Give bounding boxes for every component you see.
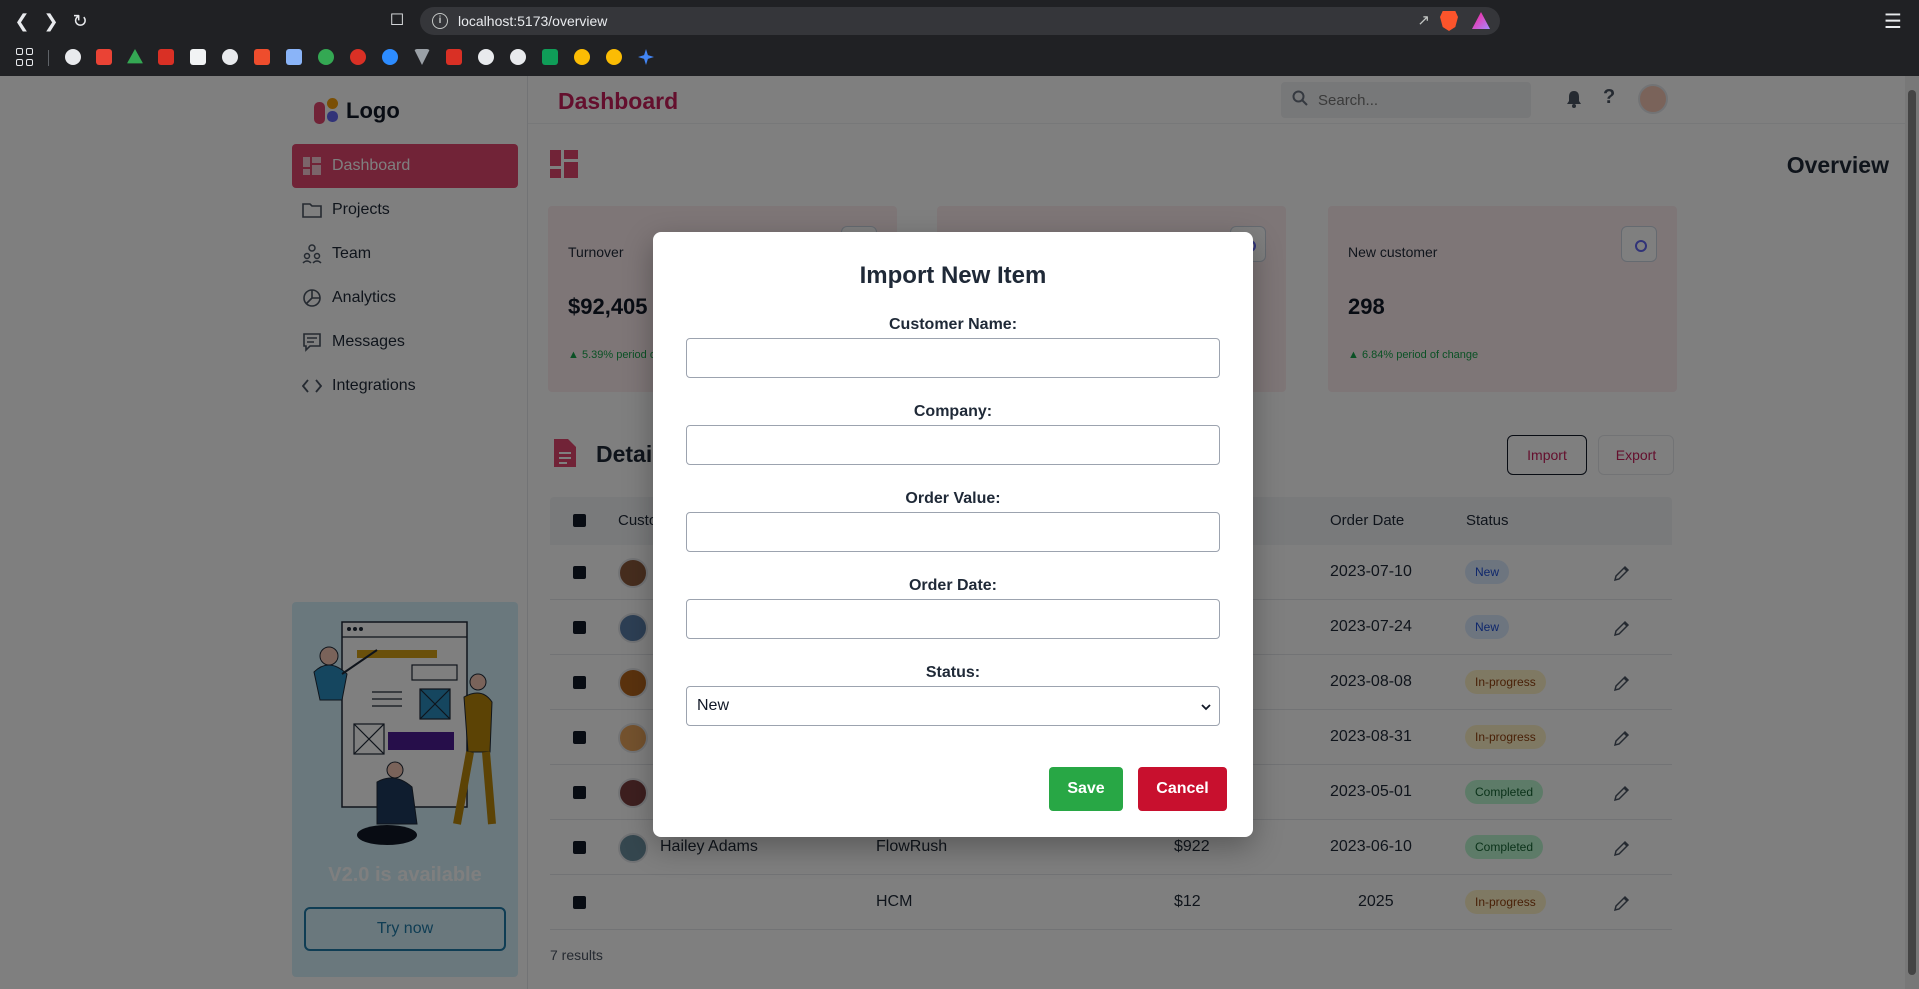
forward-icon[interactable]: ❯: [39, 9, 63, 33]
apps-icon[interactable]: [16, 48, 34, 66]
customer-name-input[interactable]: [686, 338, 1220, 378]
modal-title: Import New Item: [859, 262, 1047, 289]
customer-name-label: Customer Name:: [888, 316, 1018, 333]
bookmark-draw-icon[interactable]: [286, 49, 302, 65]
bookmark-chrome2-icon[interactable]: [606, 49, 622, 65]
bookmark-hat-icon[interactable]: [350, 49, 366, 65]
back-icon[interactable]: ❮: [10, 9, 34, 33]
bookmark-vue-icon[interactable]: [414, 49, 430, 65]
site-info-icon[interactable]: i: [432, 13, 448, 29]
bookmark-panda-icon[interactable]: [478, 49, 494, 65]
status-select[interactable]: New: [686, 686, 1220, 726]
bookmarks-bar: [0, 42, 1919, 76]
address-bar[interactable]: i localhost:5173/overview ↗: [420, 7, 1500, 35]
reload-icon[interactable]: ↻: [68, 9, 92, 33]
order-date-label: Order Date:: [908, 577, 998, 594]
status-label: Status:: [925, 664, 981, 681]
company-label: Company:: [913, 403, 993, 420]
bookmark-shopee-icon[interactable]: [254, 49, 270, 65]
chevron-down-icon: [1201, 704, 1211, 711]
bookmark-drive-icon[interactable]: [127, 49, 143, 64]
bookmark-gmail-icon[interactable]: [96, 49, 112, 65]
company-input[interactable]: [686, 425, 1220, 465]
brave-shields-icon[interactable]: [1440, 11, 1458, 31]
bookmark-gemini-icon[interactable]: [638, 49, 654, 65]
bookmark-sheets-icon[interactable]: [542, 49, 558, 65]
cancel-button[interactable]: Cancel: [1138, 767, 1227, 811]
bookmark-openai-icon[interactable]: [222, 49, 238, 65]
browser-chrome: ❮ ❯ ↻ ☐ i localhost:5173/overview ↗ ☰: [0, 0, 1919, 76]
order-value-input[interactable]: [686, 512, 1220, 552]
bookmark-apple-icon[interactable]: [65, 49, 81, 65]
bookmark-chrome-icon[interactable]: [574, 49, 590, 65]
browser-menu-icon[interactable]: ☰: [1884, 9, 1902, 34]
bookmarks-separator: [48, 50, 49, 66]
bookmark-zoom-icon[interactable]: [382, 49, 398, 65]
share-icon[interactable]: ↗: [1417, 11, 1430, 29]
status-select-value: New: [697, 697, 730, 714]
bookmark-icon[interactable]: ☐: [386, 9, 408, 33]
order-value-label: Order Value:: [905, 490, 1001, 507]
import-modal: Import New Item Customer Name: Company: …: [653, 232, 1253, 837]
bookmark-doc-icon[interactable]: [190, 49, 206, 65]
bookmark-green-icon[interactable]: [318, 49, 334, 65]
bookmark-red-icon[interactable]: [158, 49, 174, 65]
save-button[interactable]: Save: [1049, 767, 1123, 811]
bookmark-github-icon[interactable]: [510, 49, 526, 65]
url-text[interactable]: localhost:5173/overview: [458, 13, 607, 29]
bookmark-tnc-icon[interactable]: [446, 49, 462, 65]
brave-rewards-icon[interactable]: [1472, 12, 1490, 29]
order-date-input[interactable]: [686, 599, 1220, 639]
browser-toolbar: ❮ ❯ ↻ ☐ i localhost:5173/overview ↗ ☰: [0, 0, 1919, 42]
